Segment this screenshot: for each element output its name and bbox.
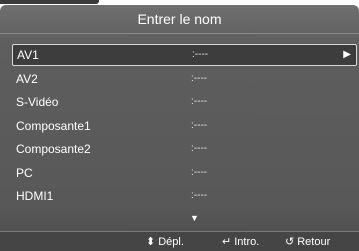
list-item-av2[interactable]: AV2 :---- <box>12 68 357 90</box>
list-item-pc[interactable]: PC :---- <box>12 162 357 184</box>
enter-icon: ↵ <box>222 236 232 248</box>
return-icon: ↺ <box>285 236 295 248</box>
submenu-arrow-icon: ▶ <box>343 49 351 60</box>
scroll-down-icon[interactable]: ▼ <box>190 213 199 223</box>
list-item-value: :---- <box>192 49 209 60</box>
enter-hint[interactable]: ↵ Intro. <box>222 232 259 251</box>
enter-hint-label: Intro. <box>234 236 260 248</box>
list-item-value: :---- <box>191 143 208 154</box>
up-down-arrows-icon: ⬍ <box>146 236 156 248</box>
list-item-label: AV2 <box>16 71 38 86</box>
list-item-value: :---- <box>191 72 208 84</box>
return-hint-label: Retour <box>297 236 331 248</box>
list-item-value: :---- <box>191 190 208 201</box>
tv-screen: Entrer le nom AV1 :---- ▶ AV2 :---- S-Vi… <box>0 0 359 251</box>
top-tab-decoration <box>0 0 99 4</box>
list-item-label: Composante1 <box>16 118 91 133</box>
list-item-value: :---- <box>191 119 208 131</box>
footer-hint-bar: ⬍ Dépl. ↵ Intro. ↺ Retour <box>0 231 359 251</box>
list-item-composante1[interactable]: Composante1 :---- <box>12 115 357 137</box>
return-hint[interactable]: ↺ Retour <box>285 232 330 251</box>
move-hint[interactable]: ⬍ Dépl. <box>146 232 184 251</box>
list-item-value: :---- <box>191 166 208 178</box>
list-item-value: :---- <box>191 96 208 107</box>
list-item-label: S-Vidéo <box>16 95 59 109</box>
list-item-composante2[interactable]: Composante2 :---- <box>12 138 357 160</box>
menu-title: Entrer le nom <box>0 5 359 34</box>
list-item-label: AV1 <box>17 48 39 62</box>
list-item-label: HDMI1 <box>16 189 54 203</box>
move-hint-label: Dépl. <box>158 236 184 248</box>
list-item-label: Composante2 <box>16 142 91 156</box>
list-item-s-video[interactable]: S-Vidéo :---- <box>12 91 357 113</box>
list-item-av1[interactable]: AV1 :---- ▶ <box>12 44 357 66</box>
source-name-list: AV1 :---- ▶ AV2 :---- S-Vidéo :---- Comp… <box>12 44 357 209</box>
list-item-label: PC <box>16 165 33 180</box>
list-item-hdmi1[interactable]: HDMI1 :---- <box>12 185 357 207</box>
osd-menu-panel: Entrer le nom AV1 :---- ▶ AV2 :---- S-Vi… <box>0 5 359 251</box>
